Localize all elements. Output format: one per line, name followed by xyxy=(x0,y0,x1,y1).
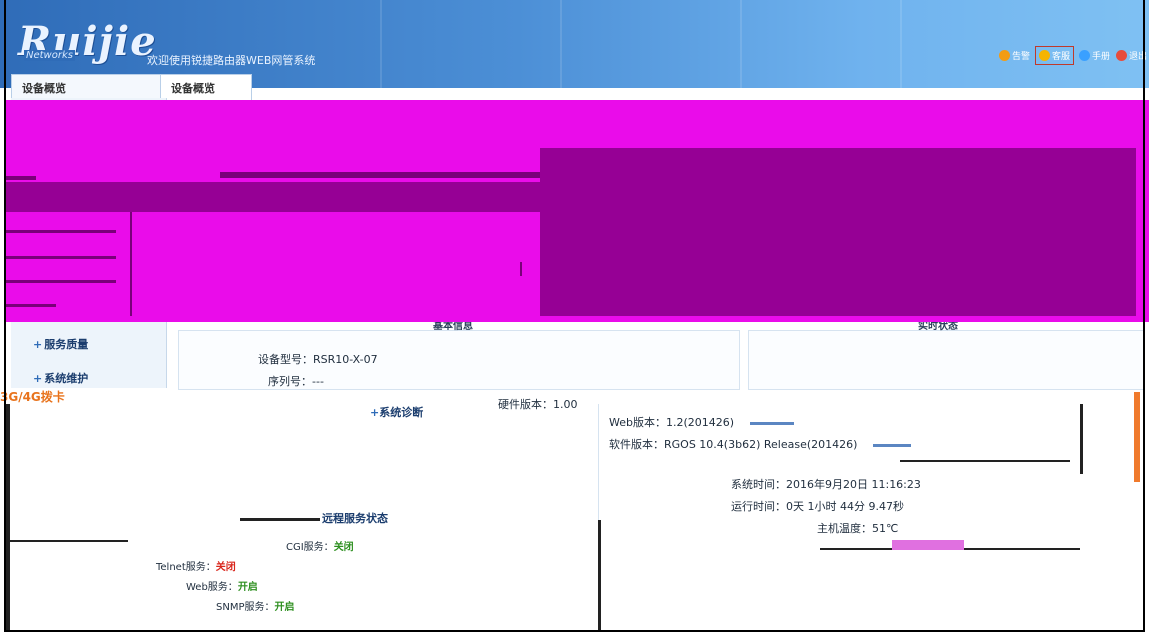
render-glitch xyxy=(6,230,116,233)
uptime: 运行时间：0天 1小时 44分 9.47秒 xyxy=(731,500,904,513)
exit-icon xyxy=(1115,50,1127,61)
frame-border xyxy=(1143,0,1145,632)
web-service-status: Web服务：开启 xyxy=(186,582,258,593)
render-noise xyxy=(6,404,10,630)
tab-bar: 设备概览 设备概览 xyxy=(0,74,1149,102)
render-glitch xyxy=(6,182,546,212)
render-glitch xyxy=(520,262,522,276)
render-noise xyxy=(8,540,128,542)
welcome-text: 欢迎使用锐捷路由器WEB网管系统 xyxy=(147,54,316,67)
logo-subtitle: Networks xyxy=(24,50,75,61)
render-glitch xyxy=(6,304,56,307)
snmp-service-status: SNMP服务：开启 xyxy=(216,602,295,613)
progress-indicator xyxy=(872,443,911,447)
web-version: Web版本：1.2(201426) xyxy=(609,414,794,430)
render-noise xyxy=(598,520,601,630)
nav-item-system-maintenance[interactable]: + 系统维护 xyxy=(33,370,88,386)
nav-item-qos[interactable]: + 服务质量 xyxy=(33,336,88,352)
remote-service-title: 远程服务状态 xyxy=(322,512,388,525)
hardware-version: 硬件版本：1.00 xyxy=(498,398,578,411)
support-button[interactable]: 客服 xyxy=(1034,46,1074,65)
render-glitch xyxy=(6,176,36,180)
telnet-service-status: Telnet服务：关闭 xyxy=(156,562,236,573)
render-glitch xyxy=(6,256,116,259)
render-noise xyxy=(1080,404,1083,474)
section-3g-4g: 3G/4G拨卡 xyxy=(0,390,65,404)
nav-item-system-diagnosis[interactable]: +系统诊断 xyxy=(370,404,423,420)
diagnostics-panel: Web版本：1.2(201426) 软件版本：RGOS 10.4(3b62) R… xyxy=(598,404,1079,554)
top-actions: 告警 客服 手册 退出 xyxy=(998,46,1147,65)
alert-icon xyxy=(998,50,1010,61)
serial-number: 序列号：--- xyxy=(268,375,324,388)
render-glitch xyxy=(124,212,540,316)
render-glitch xyxy=(892,540,964,550)
plus-icon: + xyxy=(33,372,43,385)
render-glitch xyxy=(220,172,540,178)
cgi-service-status: CGI服务：关闭 xyxy=(286,542,354,553)
host-temperature: 主机温度：51℃ xyxy=(817,522,899,535)
software-version: 软件版本：RGOS 10.4(3b62) Release(201426) xyxy=(609,436,911,452)
render-noise xyxy=(240,518,320,521)
tab-device-overview-2[interactable]: 设备概览 xyxy=(160,74,252,102)
alert-button[interactable]: 告警 xyxy=(998,49,1030,62)
orange-strip xyxy=(1134,392,1140,482)
support-icon xyxy=(1038,50,1050,61)
remote-service-panel: CGI服务：关闭 Telnet服务：关闭 Web服务：开启 SNMP服务：开启 xyxy=(6,520,594,630)
progress-indicator xyxy=(749,421,794,425)
help-icon xyxy=(1078,50,1090,61)
help-button[interactable]: 手册 xyxy=(1078,49,1110,62)
device-model: 设备型号：RSR10-X-07 xyxy=(258,353,378,366)
render-noise xyxy=(900,460,1070,462)
system-time: 系统时间：2016年9月20日 11:16:23 xyxy=(731,478,921,491)
render-glitch xyxy=(6,280,116,283)
status-panel xyxy=(748,330,1144,390)
plus-icon: + xyxy=(33,338,43,351)
render-glitch xyxy=(540,148,1136,316)
plus-icon: + xyxy=(370,406,380,419)
render-glitch xyxy=(130,212,132,316)
